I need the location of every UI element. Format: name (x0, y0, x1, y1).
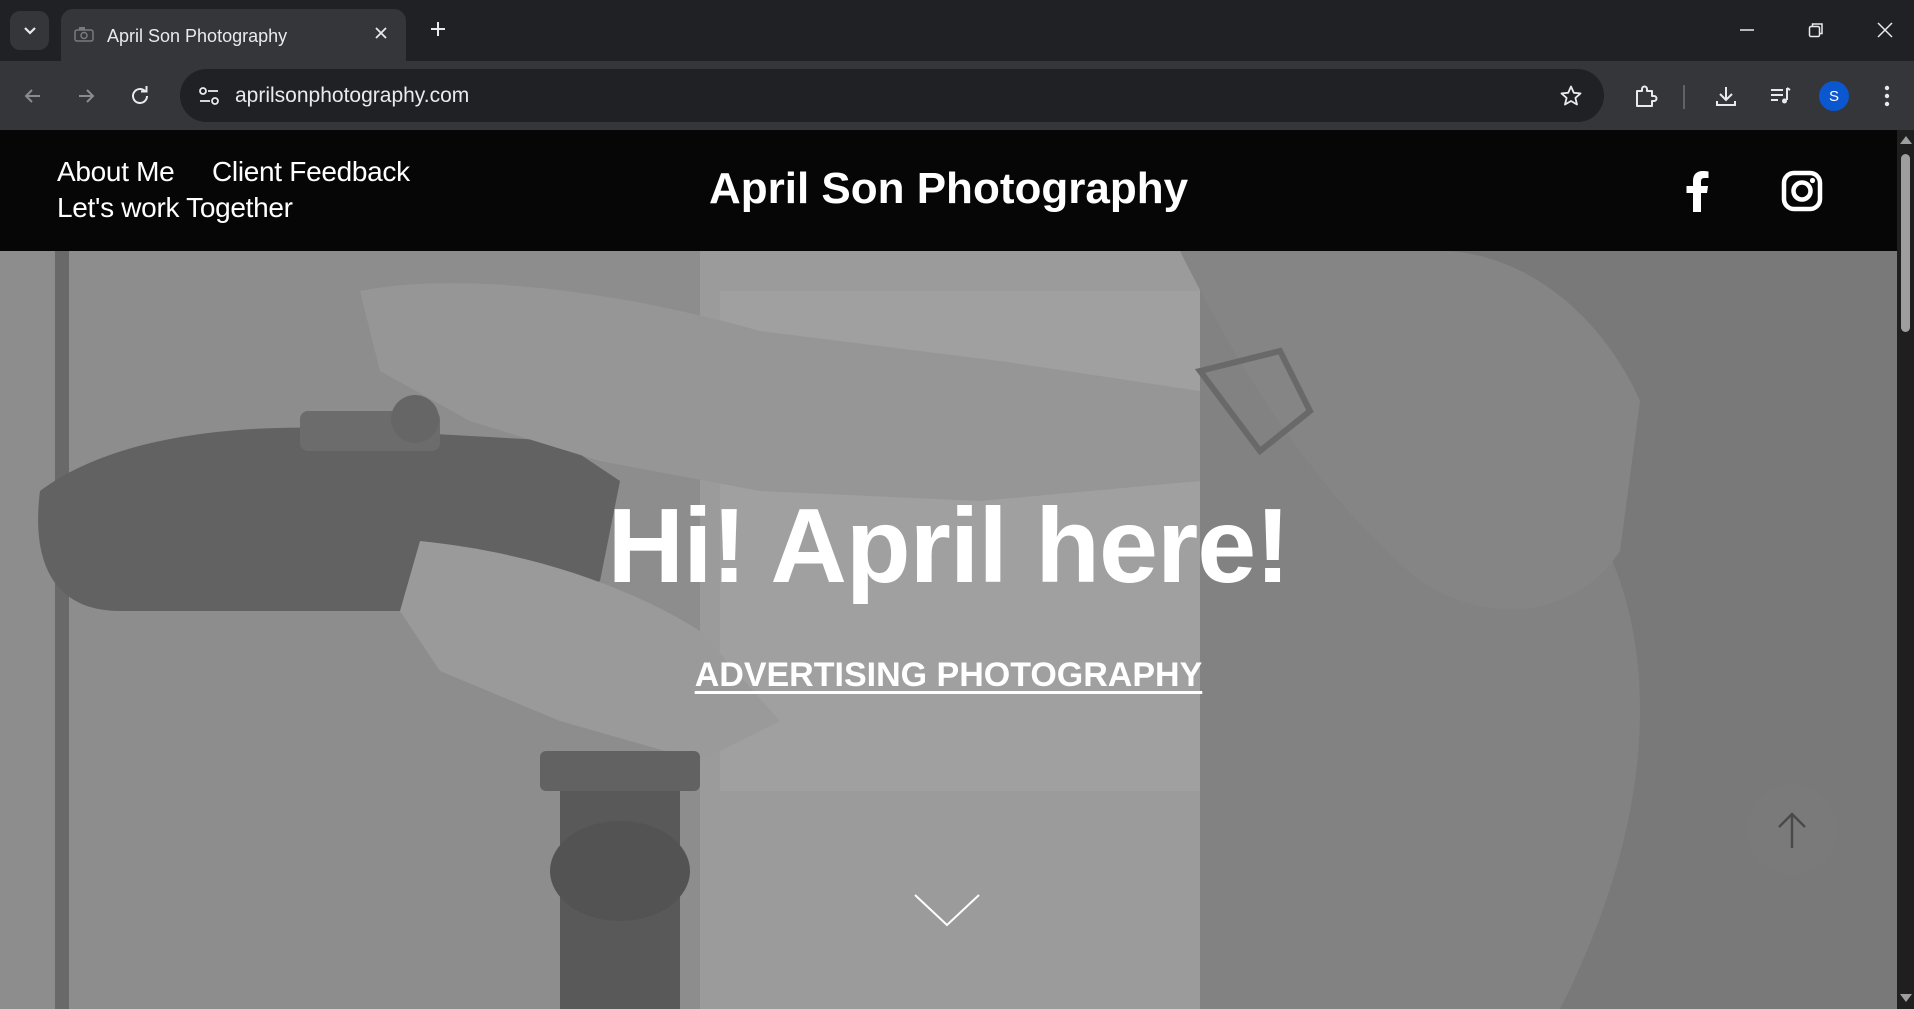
site-brand-title[interactable]: April Son Photography (0, 164, 1897, 214)
extensions-button[interactable] (1628, 78, 1664, 114)
facebook-link[interactable] (1672, 166, 1722, 216)
reload-button[interactable] (122, 78, 158, 114)
menu-icon (1884, 85, 1890, 107)
browser-toolbar: aprilsonphotography.com S (0, 61, 1914, 130)
minimize-icon (1740, 29, 1754, 31)
scrollbar-thumb[interactable] (1901, 154, 1910, 332)
extensions-icon (1636, 85, 1658, 107)
tab-search-icon (23, 26, 36, 35)
back-to-top-button[interactable] (1747, 785, 1837, 875)
hero-link-container: ADVERTISING PHOTOGRAPHY (0, 656, 1897, 695)
restore-icon (1808, 23, 1823, 38)
media-control-button[interactable] (1762, 78, 1798, 114)
media-icon (1771, 87, 1791, 104)
browser-menu-button[interactable] (1869, 78, 1905, 114)
site-info-button[interactable] (192, 79, 226, 113)
facebook-icon (1686, 171, 1709, 212)
downloads-button[interactable] (1708, 78, 1744, 114)
tab-title: April Son Photography (107, 26, 288, 46)
arrow-up-icon (1778, 812, 1806, 848)
plus-icon (431, 22, 445, 36)
forward-icon (79, 89, 95, 103)
browser-tab-bar: April Son Photography (0, 0, 1914, 61)
site-header: About Me Client Feedback Let's work Toge… (0, 130, 1897, 251)
reload-icon (132, 86, 148, 104)
url-text[interactable]: aprilsonphotography.com (235, 84, 469, 108)
forward-button[interactable] (68, 78, 104, 114)
tab-favicon-icon (74, 27, 94, 42)
advertising-photography-link[interactable]: ADVERTISING PHOTOGRAPHY (695, 656, 1203, 694)
hero-title: Hi! April here! (607, 487, 1291, 605)
page-viewport: About Me Client Feedback Let's work Toge… (0, 130, 1914, 1009)
new-tab-button[interactable] (423, 14, 453, 44)
bookmark-button[interactable] (1556, 81, 1586, 111)
tab-close-button[interactable] (370, 22, 392, 44)
toolbar-separator (1683, 85, 1685, 109)
tab-search-button[interactable] (10, 11, 49, 50)
scroll-down-arrow-icon[interactable] (1900, 994, 1912, 1002)
site-info-icon (199, 87, 219, 105)
star-icon (1560, 85, 1582, 106)
chevron-down-icon[interactable] (913, 891, 981, 931)
instagram-icon (1781, 170, 1823, 212)
window-close-icon (1877, 22, 1893, 38)
restore-button[interactable] (1796, 12, 1836, 48)
close-icon (375, 27, 387, 39)
minimize-button[interactable] (1727, 12, 1767, 48)
scroll-up-arrow-icon[interactable] (1900, 136, 1912, 144)
address-bar[interactable]: aprilsonphotography.com (180, 69, 1604, 122)
instagram-link[interactable] (1777, 166, 1827, 216)
browser-tab[interactable]: April Son Photography (61, 9, 406, 61)
window-close-button[interactable] (1865, 12, 1905, 48)
download-icon (1716, 87, 1736, 106)
back-button[interactable] (15, 78, 51, 114)
hero-section: Hi! April here! ADVERTISING PHOTOGRAPHY (0, 251, 1897, 1009)
page-scrollbar[interactable] (1897, 130, 1914, 1009)
profile-avatar[interactable]: S (1819, 81, 1849, 111)
back-icon (24, 89, 40, 103)
